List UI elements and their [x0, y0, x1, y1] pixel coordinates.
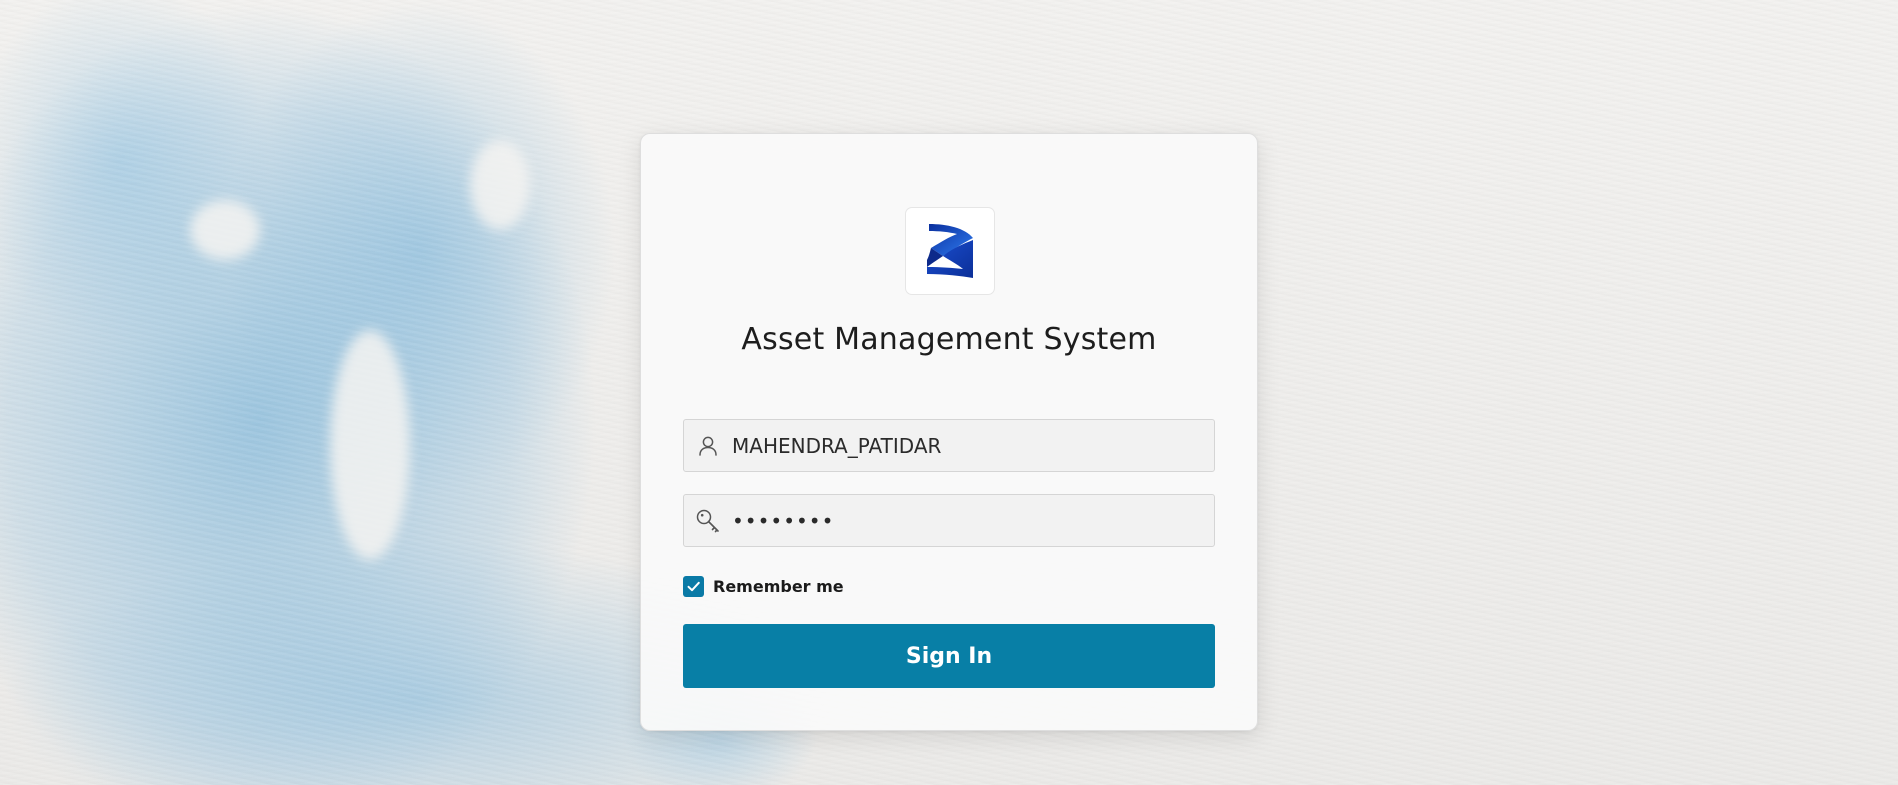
- background-light-patch: [470, 140, 530, 230]
- user-icon: [684, 419, 732, 472]
- password-input[interactable]: [732, 508, 1192, 533]
- key-icon: [684, 494, 732, 547]
- remember-me-label: Remember me: [713, 577, 844, 596]
- background-light-patch: [190, 200, 260, 260]
- checkmark-icon: [687, 581, 700, 592]
- app-title: Asset Management System: [741, 322, 1157, 357]
- remember-me-option[interactable]: Remember me: [683, 576, 844, 597]
- login-card: Asset Management System Remember me: [640, 133, 1258, 731]
- username-input[interactable]: [732, 433, 1192, 458]
- username-field[interactable]: [683, 419, 1215, 472]
- background-light-patch: [330, 330, 410, 560]
- brand-logo-icon: [927, 224, 973, 278]
- sign-in-button[interactable]: Sign In: [683, 624, 1215, 688]
- brand-logo: [906, 208, 994, 294]
- remember-me-checkbox[interactable]: [683, 576, 704, 597]
- password-field[interactable]: [683, 494, 1215, 547]
